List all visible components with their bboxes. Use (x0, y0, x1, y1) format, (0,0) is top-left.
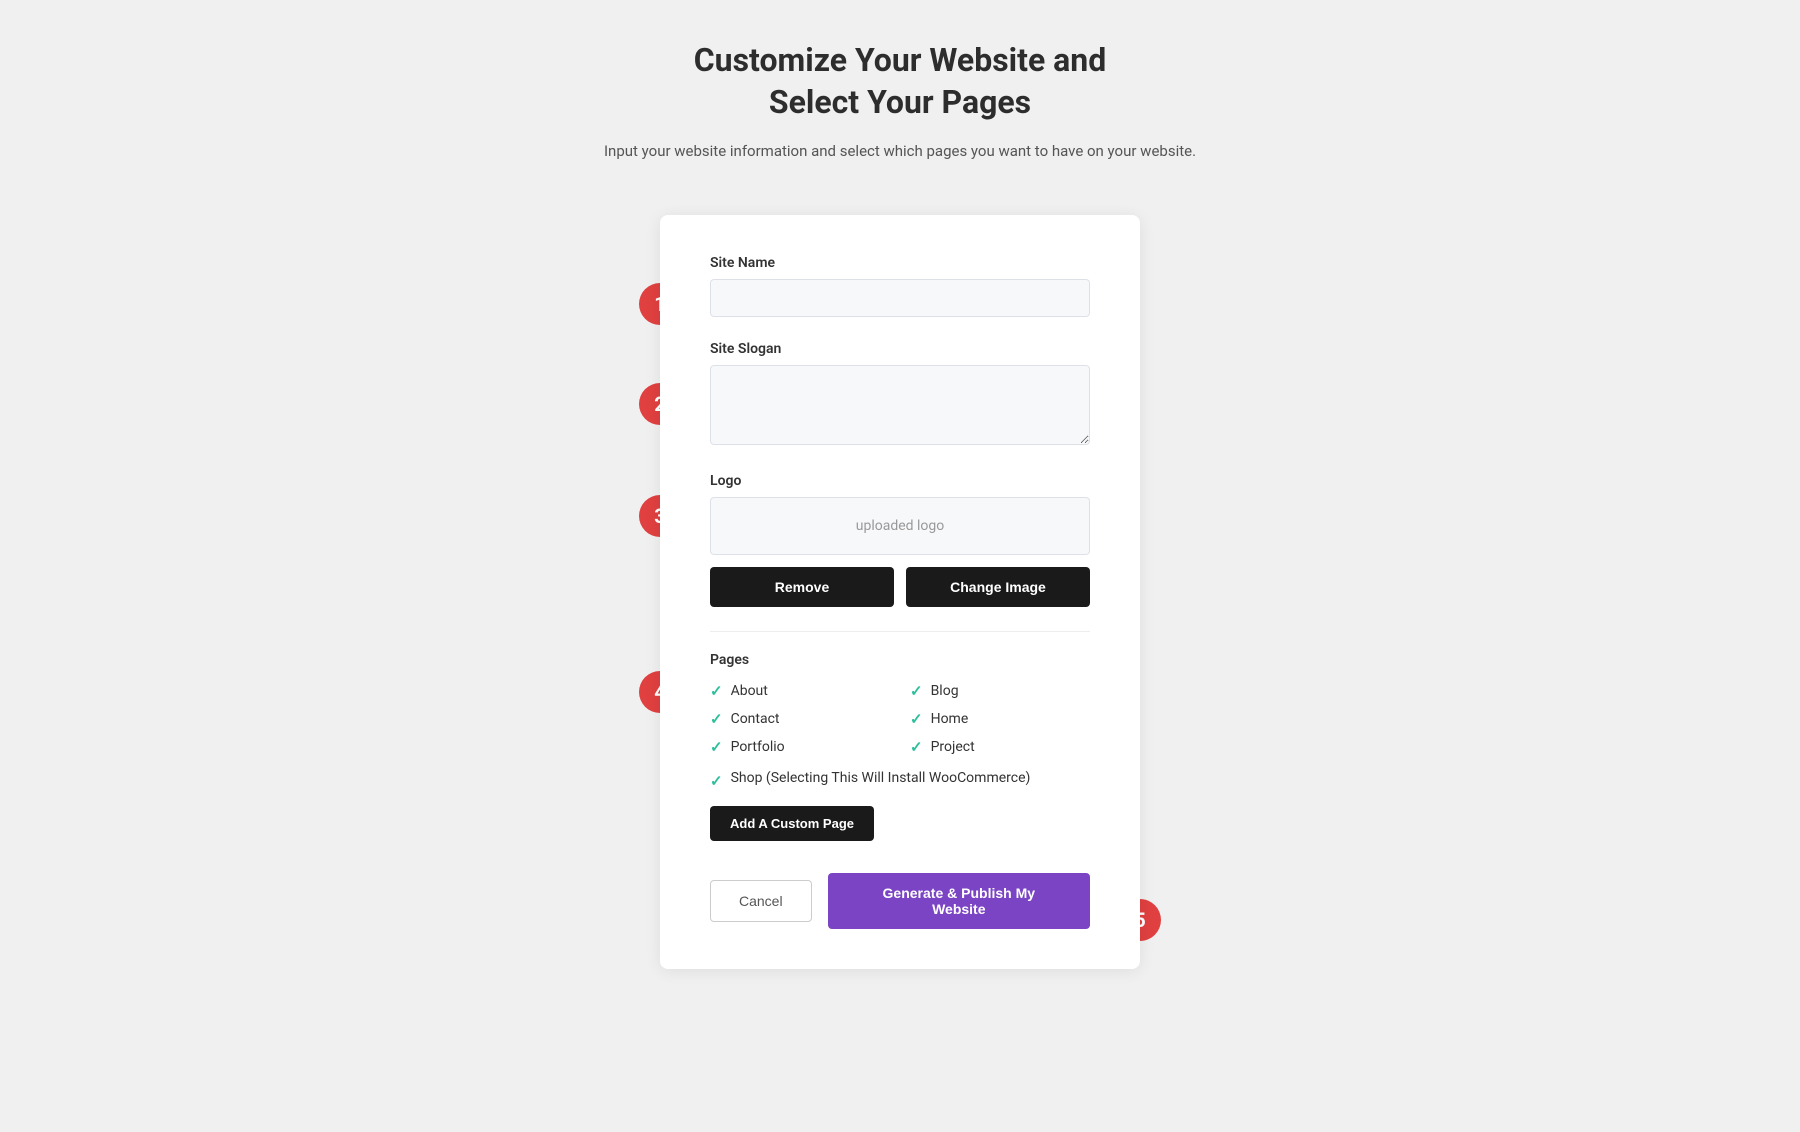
page-item-home[interactable]: ✓ Home (910, 710, 1090, 728)
page-project-label: Project (931, 739, 975, 755)
site-slogan-input[interactable] (710, 365, 1090, 445)
remove-button[interactable]: Remove (710, 567, 894, 607)
check-home-icon: ✓ (910, 710, 923, 728)
pages-section: Pages ✓ About ✓ Blog ✓ Contact ✓ Home (710, 652, 1090, 865)
logo-placeholder-text: uploaded logo (856, 518, 945, 534)
logo-preview: uploaded logo (710, 497, 1090, 555)
check-contact-icon: ✓ (710, 710, 723, 728)
page-about-label: About (731, 683, 768, 699)
check-about-icon: ✓ (710, 682, 723, 700)
pages-label: Pages (710, 652, 1090, 668)
page-subtitle: Input your website information and selec… (604, 139, 1196, 163)
site-name-label: Site Name (710, 255, 1090, 271)
page-home-label: Home (931, 711, 969, 727)
page-item-project[interactable]: ✓ Project (910, 738, 1090, 756)
page-item-about[interactable]: ✓ About (710, 682, 890, 700)
page-item-blog[interactable]: ✓ Blog (910, 682, 1090, 700)
form-card: Site Name Site Slogan Logo uploaded logo… (660, 215, 1140, 969)
site-slogan-group: Site Slogan (710, 341, 1090, 449)
check-portfolio-icon: ✓ (710, 738, 723, 756)
page-item-shop[interactable]: ✓ Shop (Selecting This Will Install WooC… (710, 770, 1090, 790)
page-blog-label: Blog (931, 683, 959, 699)
page-item-portfolio[interactable]: ✓ Portfolio (710, 738, 890, 756)
page-item-contact[interactable]: ✓ Contact (710, 710, 890, 728)
form-footer: Cancel Generate & Publish My Website (710, 865, 1090, 929)
check-blog-icon: ✓ (910, 682, 923, 700)
pages-grid: ✓ About ✓ Blog ✓ Contact ✓ Home ✓ Port (710, 682, 1090, 756)
logo-buttons: Remove Change Image (710, 567, 1090, 607)
site-name-group: Site Name (710, 255, 1090, 317)
page-contact-label: Contact (731, 711, 780, 727)
check-project-icon: ✓ (910, 738, 923, 756)
page-shop-label: Shop (Selecting This Will Install WooCom… (731, 770, 1031, 786)
site-name-input[interactable] (710, 279, 1090, 317)
check-shop-icon: ✓ (710, 772, 723, 790)
change-image-button[interactable]: Change Image (906, 567, 1090, 607)
page-title: Customize Your Website and Select Your P… (604, 40, 1196, 123)
site-slogan-label: Site Slogan (710, 341, 1090, 357)
logo-label: Logo (710, 473, 1090, 489)
cancel-button[interactable]: Cancel (710, 880, 812, 922)
logo-group: Logo uploaded logo Remove Change Image (710, 473, 1090, 607)
page-portfolio-label: Portfolio (731, 739, 785, 755)
generate-publish-button[interactable]: Generate & Publish My Website (828, 873, 1090, 929)
add-custom-page-button[interactable]: Add A Custom Page (710, 806, 874, 841)
